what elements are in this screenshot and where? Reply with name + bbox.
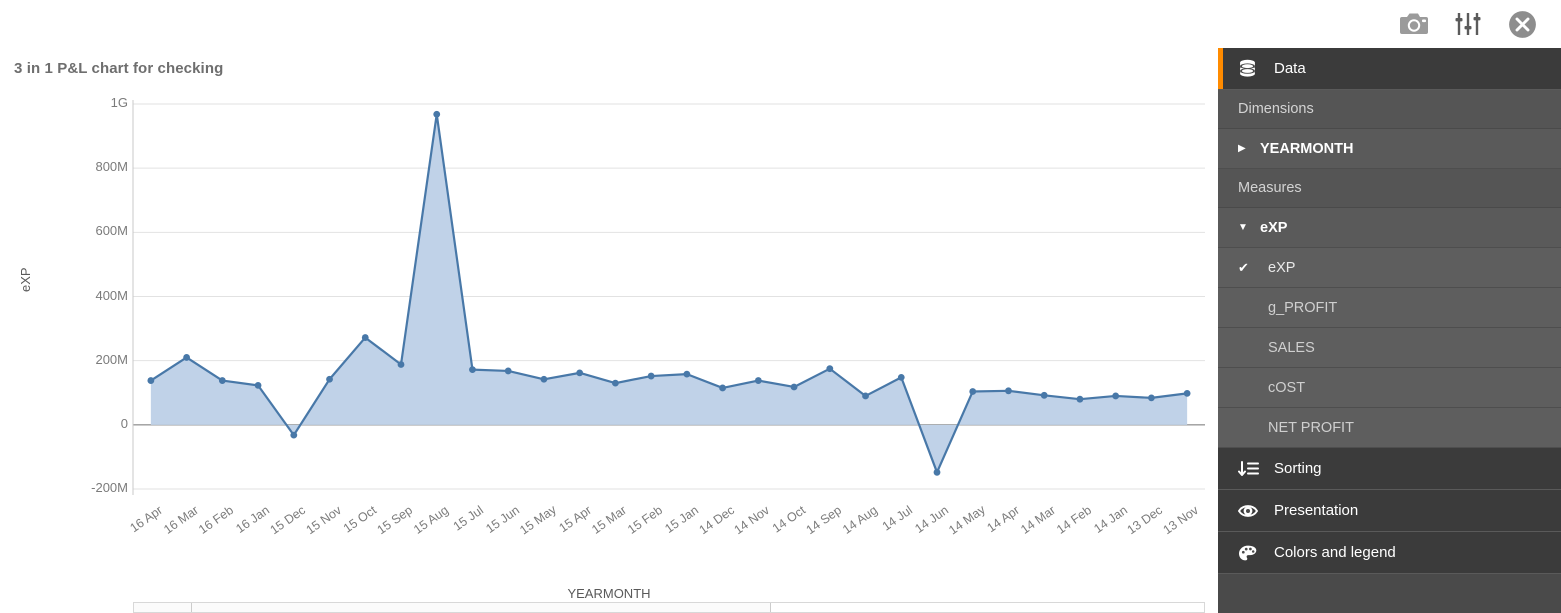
chevron-down-icon: ▼ [1238,222,1248,233]
sidebar-section-data[interactable]: Data [1218,48,1561,90]
camera-icon [1400,13,1428,34]
palette-icon [1238,544,1264,562]
x-axis-title: YEARMONTH [567,586,651,601]
chart-panel: 3 in 1 P&L chart for checking eXP 1G 800M… [0,48,1218,613]
y-axis-tick-label: 800M [95,159,128,175]
scrollbar-thumb[interactable] [134,603,771,612]
sidebar-section-label: Presentation [1274,502,1359,519]
measure-item-cost[interactable]: cOST [1218,368,1561,408]
close-button[interactable] [1495,4,1549,44]
measure-item-sales[interactable]: SALES [1218,328,1561,368]
sliders-icon [1455,13,1481,35]
sidebar-section-label: Colors and legend [1274,544,1396,561]
measure-group-label: eXP [1260,219,1288,236]
y-axis-tick-label: -200M [91,480,128,495]
measure-item-g-profit[interactable]: g_PROFIT [1218,288,1561,328]
edit-properties-button[interactable] [1441,4,1495,44]
chevron-right-icon: ▶ [1238,143,1246,154]
sidebar-section-label: Sorting [1274,460,1322,477]
snapshot-button[interactable] [1387,4,1441,44]
chart-title: 3 in 1 P&L chart for checking [14,60,224,77]
measure-item-label: eXP [1268,259,1296,276]
chart-svg [132,100,1205,495]
sidebar-section-data-label: Data [1274,60,1306,77]
dimension-item-label: YEARMONTH [1260,140,1354,157]
measure-item-net-profit[interactable]: NET PROFIT [1218,408,1561,448]
dimension-item-yearmonth[interactable]: ▶ YEARMONTH [1218,129,1561,169]
measure-item-label: SALES [1268,339,1315,356]
y-axis-tick-label: 200M [95,351,128,367]
check-icon: ✔ [1238,259,1249,275]
measure-list: ✔ eXP g_PROFIT SALES cOST NET PROFIT [1218,248,1561,448]
measure-item-label: g_PROFIT [1268,299,1338,316]
sort-icon [1238,460,1264,478]
y-axis-tick-label: 1G [110,95,128,110]
sidebar-section-colors-and-legend[interactable]: Colors and legend [1218,532,1561,574]
eye-icon [1238,502,1264,520]
y-axis-tick-label: 600M [95,223,128,239]
close-circle-icon [1508,10,1536,38]
plot-area[interactable]: eXP 1G 800M 600M 400M 200M 0 -200M 16 Apr 16 Ma… [0,92,1218,552]
qlik-chart-screen: 3 in 1 P&L chart for checking eXP 1G 800M… [0,0,1561,613]
y-axis-title: eXP [18,267,33,292]
measure-item-label: NET PROFIT [1268,419,1354,436]
sidebar-section-sorting[interactable]: Sorting [1218,448,1561,490]
dimensions-group-label: Dimensions [1218,90,1561,129]
measure-item-exp[interactable]: ✔ eXP [1218,248,1561,288]
database-icon [1238,59,1264,78]
measures-group-label: Measures [1218,169,1561,208]
y-axis-tick-label: 400M [95,287,128,303]
sidebar-section-presentation[interactable]: Presentation [1218,490,1561,532]
measure-item-label: cOST [1268,379,1306,396]
horizontal-scrollbar[interactable] [133,602,1205,613]
properties-sidebar: Data Dimensions ▶ YEARMONTH Measures ▼ e… [1218,48,1561,613]
sidebar-section-list: Sorting Presentation Colors and legend [1218,448,1561,574]
top-toolbar [0,0,1561,48]
measure-group-exp[interactable]: ▼ eXP [1218,208,1561,248]
y-axis-tick-label: 0 [120,415,128,431]
